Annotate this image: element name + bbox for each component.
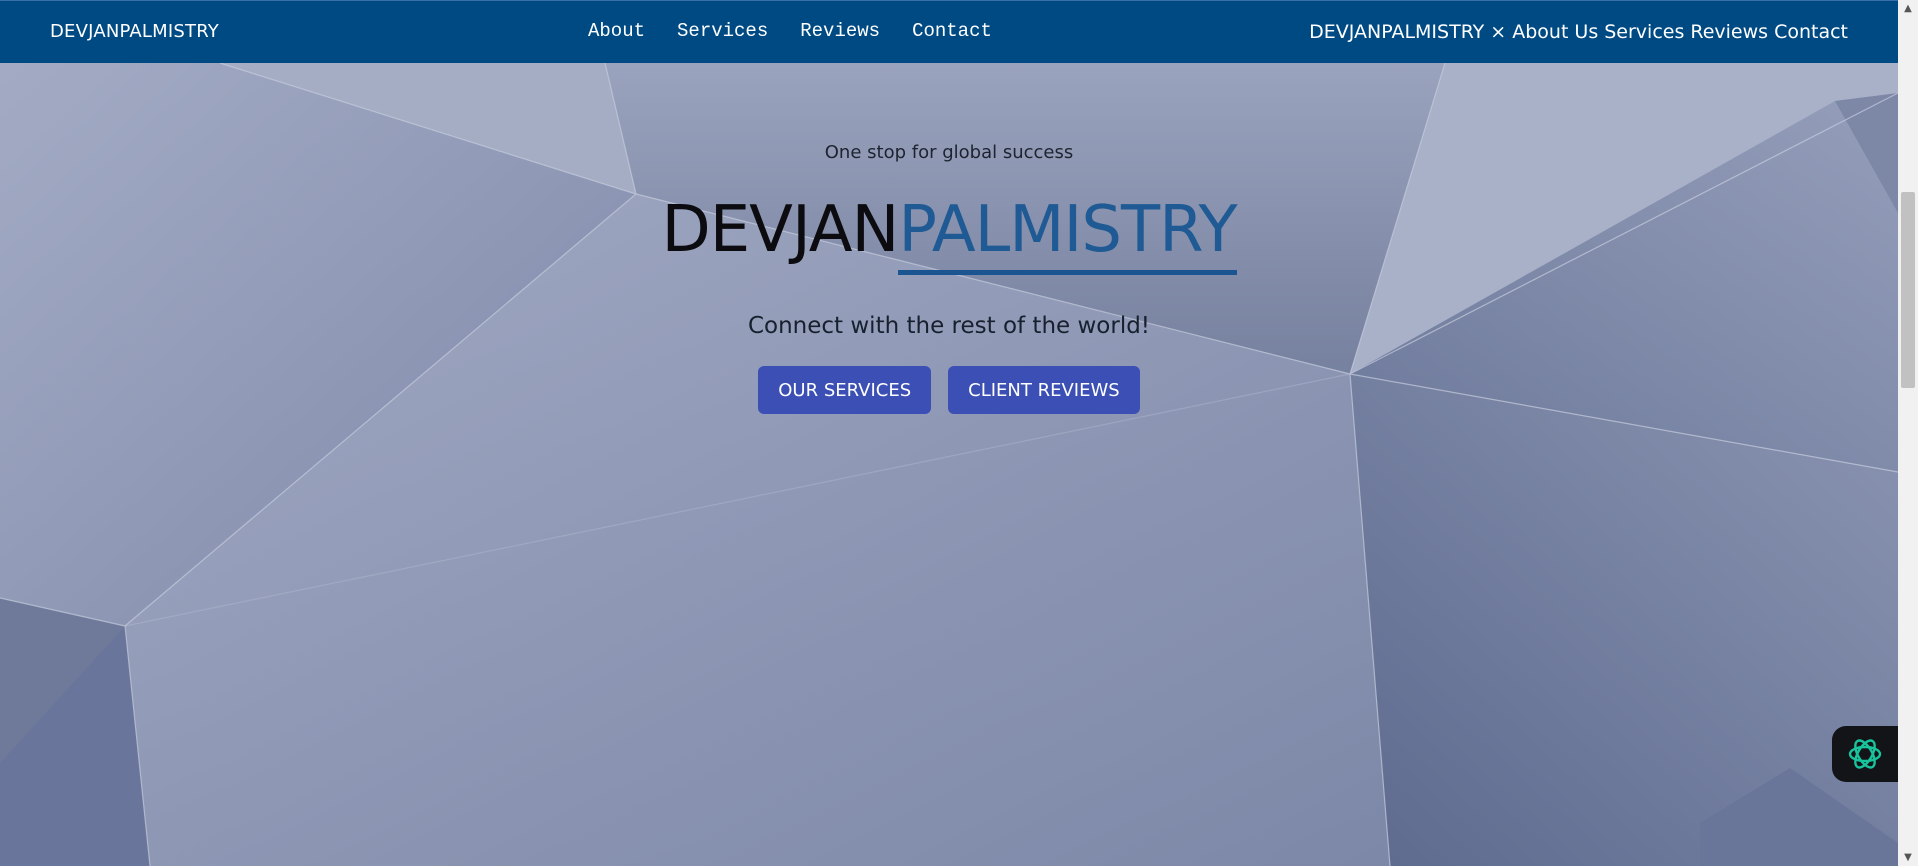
mobile-nav-menu: DEVJANPALMISTRY × About Us Services Revi… xyxy=(1309,21,1848,43)
openai-knot-icon xyxy=(1848,739,1882,769)
main-nav: About Services Reviews Contact xyxy=(588,20,992,42)
hero-section: One stop for global success DEVJANPALMIS… xyxy=(0,63,1898,866)
chat-widget-button[interactable] xyxy=(1832,726,1898,782)
navbar-brand[interactable]: DEVJANPALMISTRY xyxy=(50,21,219,42)
mobile-nav-brand[interactable]: DEVJANPALMISTRY xyxy=(1309,21,1484,43)
scroll-thumb[interactable] xyxy=(1901,192,1915,388)
hero-headline: DEVJANPALMISTRY xyxy=(0,198,1898,275)
nav-link-about[interactable]: About xyxy=(588,20,645,42)
top-navbar: DEVJANPALMISTRY About Services Reviews C… xyxy=(0,0,1898,63)
nav-link-contact[interactable]: Contact xyxy=(912,20,992,42)
client-reviews-button[interactable]: CLIENT REVIEWS xyxy=(948,366,1140,414)
nav-link-services[interactable]: Services xyxy=(677,20,768,42)
hero-subtitle: Connect with the rest of the world! xyxy=(747,313,1151,339)
our-services-button[interactable]: OUR SERVICES xyxy=(758,366,932,414)
mobile-nav-close-button[interactable]: × xyxy=(1490,21,1506,43)
page-scrollbar[interactable]: ▲ ▼ xyxy=(1898,0,1918,866)
hero-background-pattern xyxy=(0,63,1898,866)
hero-tagline: One stop for global success xyxy=(824,142,1074,163)
mobile-nav-contact[interactable]: Contact xyxy=(1774,21,1848,43)
hero-cta-group: OUR SERVICES CLIENT REVIEWS xyxy=(0,366,1898,414)
scroll-down-arrow[interactable]: ▼ xyxy=(1898,849,1918,866)
headline-devjan: DEVJAN xyxy=(661,193,899,267)
headline-palmistry: PALMISTRY xyxy=(898,198,1238,275)
nav-link-reviews[interactable]: Reviews xyxy=(800,20,880,42)
mobile-nav-services[interactable]: Services xyxy=(1604,21,1684,43)
mobile-nav-about-us[interactable]: About Us xyxy=(1512,21,1598,43)
scroll-up-arrow[interactable]: ▲ xyxy=(1898,0,1918,17)
mobile-nav-reviews[interactable]: Reviews xyxy=(1690,21,1768,43)
